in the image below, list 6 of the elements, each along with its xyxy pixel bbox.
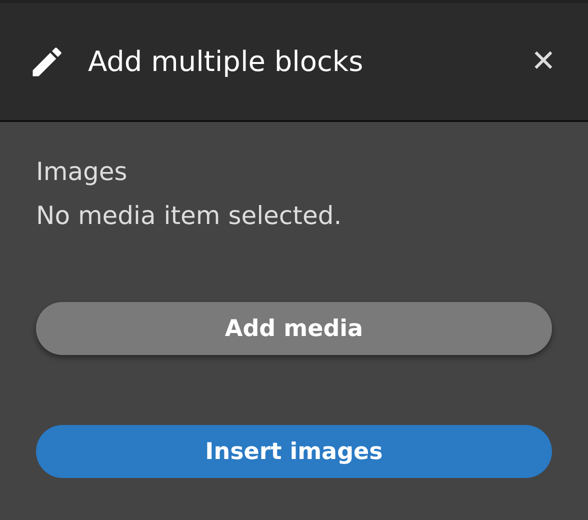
dialog-title: Add multiple blocks: [88, 45, 364, 78]
action-button[interactable]: Add media: [36, 302, 552, 355]
close-button[interactable]: ✕: [526, 44, 560, 79]
field-value: No media item selected.: [36, 200, 342, 232]
action-button[interactable]: Insert images: [36, 425, 552, 478]
field-label: Images: [36, 156, 128, 188]
